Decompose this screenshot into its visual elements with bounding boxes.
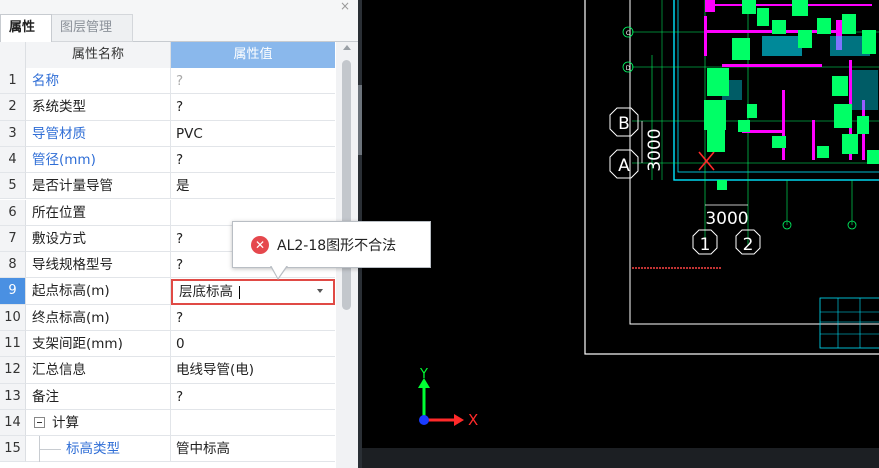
axis-label-b: B: [618, 114, 630, 134]
property-row-conduit-material[interactable]: 3 导管材质 PVC: [0, 120, 336, 147]
row-index: 12: [0, 357, 26, 384]
property-name: 汇总信息: [26, 357, 171, 384]
error-message: AL2-18图形不合法: [277, 238, 397, 254]
row-index: 15: [0, 436, 26, 463]
dropdown-selected-value: 层底标高: [179, 284, 233, 300]
property-value[interactable]: ?: [171, 94, 335, 121]
title-block: [819, 297, 879, 349]
axis-label-1: 1: [700, 235, 711, 255]
property-name: 所在位置: [26, 199, 171, 226]
ucs-x-label: X: [468, 411, 478, 429]
property-row-end-elevation[interactable]: 10 终点标高(m) ?: [0, 304, 336, 331]
group-name: 计算: [26, 409, 171, 437]
index-column-header: [0, 42, 26, 68]
property-name: 导线规格型号: [26, 252, 171, 279]
tree-connector-branch: [39, 449, 61, 451]
property-row-summary-info[interactable]: 12 汇总信息 电线导管(电): [0, 357, 336, 384]
error-icon: ✕: [251, 236, 269, 254]
row-index: 14: [0, 409, 26, 437]
property-row-name[interactable]: 1 名称 ?: [0, 68, 336, 95]
property-row-diameter[interactable]: 4 管径(mm) ?: [0, 146, 336, 174]
close-icon[interactable]: ×: [340, 0, 350, 12]
row-index: 3: [0, 120, 26, 147]
row-index: 9: [0, 278, 26, 305]
property-name: 系统类型: [26, 94, 171, 121]
cad-drawing-canvas[interactable]: C D B A 1 2 3000 3000 Y X: [362, 0, 879, 468]
row-index: 11: [0, 331, 26, 358]
row-index: 10: [0, 304, 26, 331]
ucs-x-arrow-icon: [454, 414, 464, 426]
row-index: 8: [0, 252, 26, 279]
ucs-y-label: Y: [419, 367, 428, 382]
scrollbar-thumb[interactable]: [342, 60, 351, 310]
property-name: 导管材质: [26, 120, 171, 147]
property-name: 支架间距(mm): [26, 331, 171, 358]
property-name: 管径(mm): [26, 146, 171, 174]
axis-label-c: C: [626, 30, 630, 37]
tooltip-pointer-fill: [271, 265, 287, 278]
dimension-text-vertical: 3000: [645, 128, 665, 171]
scroll-up-arrow-icon[interactable]: [343, 45, 351, 50]
axis-label-d: D: [626, 65, 631, 72]
property-value-column-header: 属性值: [171, 42, 335, 68]
tab-layer-management[interactable]: 图层管理: [52, 14, 133, 42]
property-value[interactable]: 管中标高: [171, 436, 335, 463]
property-row-elevation-type[interactable]: 15 标高类型 管中标高: [0, 436, 336, 463]
row-index: 13: [0, 383, 26, 410]
property-value[interactable]: ?: [171, 147, 335, 174]
error-tooltip: ✕ AL2-18图形不合法: [232, 221, 431, 268]
start-elevation-dropdown[interactable]: 层底标高: [171, 279, 335, 305]
property-name: 是否计量导管: [26, 173, 171, 200]
property-value[interactable]: 0: [171, 331, 335, 358]
property-value[interactable]: 是: [171, 173, 335, 200]
property-name: 起点标高(m): [26, 278, 171, 305]
property-row-remark[interactable]: 13 备注 ?: [0, 383, 336, 410]
row-index: 6: [0, 199, 26, 226]
row-index: 4: [0, 146, 26, 174]
property-value[interactable]: ?: [171, 384, 335, 410]
property-value: [171, 410, 335, 437]
property-row-system-type[interactable]: 2 系统类型 ?: [0, 94, 336, 121]
ucs-origin: [419, 415, 429, 425]
property-group-calculation[interactable]: 14 计算: [0, 409, 336, 437]
cad-drawing: C D B A 1 2 3000 3000 Y X: [418, 0, 879, 429]
dimension-text-horizontal: 3000: [705, 209, 748, 229]
property-value[interactable]: ?: [171, 305, 335, 331]
property-value[interactable]: ?: [171, 68, 335, 95]
axis-label-a: A: [618, 156, 630, 176]
property-name: 名称: [26, 68, 171, 95]
property-row-measure-conduit[interactable]: 5 是否计量导管 是: [0, 173, 336, 200]
row-index: 2: [0, 94, 26, 121]
property-value[interactable]: 电线导管(电): [171, 357, 335, 384]
row-index: 7: [0, 225, 26, 253]
row-index: 5: [0, 173, 26, 200]
chevron-down-icon[interactable]: [317, 289, 323, 293]
text-caret: [239, 286, 240, 299]
property-name: 备注: [26, 383, 171, 410]
property-row-support-spacing[interactable]: 11 支架间距(mm) 0: [0, 331, 336, 358]
axis-label-2: 2: [743, 235, 754, 255]
tab-properties[interactable]: 属性: [0, 14, 52, 42]
row-index: 1: [0, 68, 26, 95]
property-name: 敷设方式: [26, 225, 171, 253]
property-name-column-header: 属性名称: [26, 42, 171, 68]
property-name: 终点标高(m): [26, 304, 171, 331]
property-value[interactable]: PVC: [171, 121, 335, 147]
status-bar: [362, 448, 879, 468]
collapse-minus-icon[interactable]: [34, 416, 45, 428]
